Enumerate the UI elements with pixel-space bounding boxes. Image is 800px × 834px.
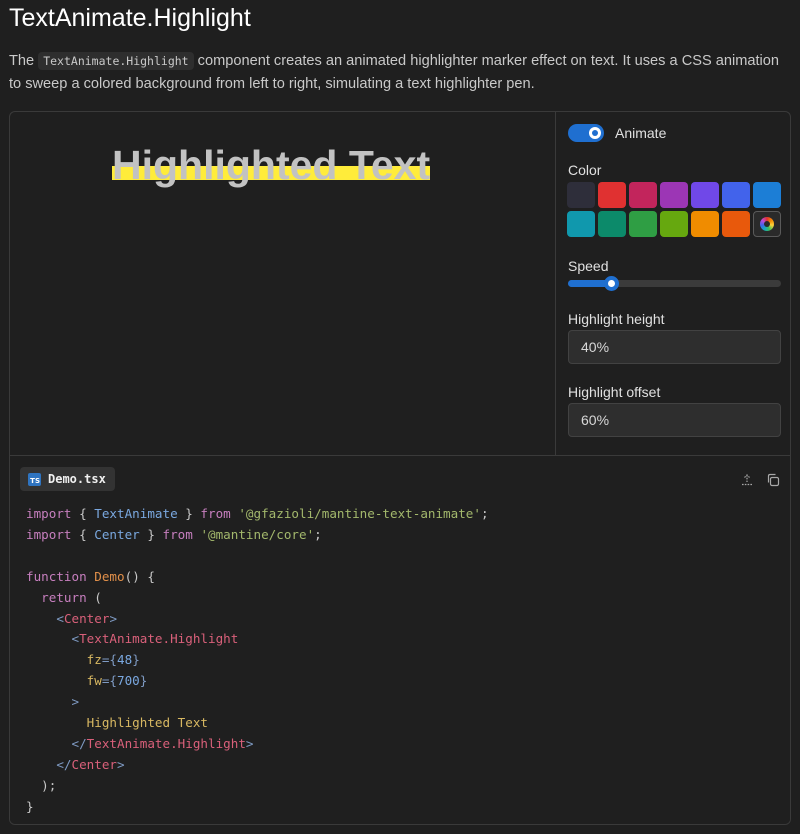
code-line: return ( <box>41 589 102 605</box>
slider-thumb[interactable] <box>603 276 619 291</box>
code-line: fz={48} <box>86 652 140 668</box>
animate-label: Animate <box>615 125 667 141</box>
copy-icon[interactable] <box>766 473 780 487</box>
color-swatch[interactable] <box>629 211 657 237</box>
code-line: fw={700} <box>86 673 148 689</box>
code-panel: TS Demo.tsx import { TextAnimate } from … <box>10 455 790 824</box>
inline-code: TextAnimate.Highlight <box>38 52 194 70</box>
color-swatch[interactable] <box>598 211 626 237</box>
highlight-preview: Highlighted Text <box>112 140 431 190</box>
color-swatch[interactable] <box>722 182 750 208</box>
color-swatch[interactable] <box>660 211 688 237</box>
color-picker-button[interactable] <box>753 211 781 237</box>
intro-text-before: The <box>9 53 39 69</box>
color-swatch[interactable] <box>567 211 595 237</box>
controls-panel: Animate Color Speed Highlight height 40%… <box>556 112 790 455</box>
color-swatches <box>567 182 783 237</box>
color-swatch[interactable] <box>753 182 781 208</box>
color-swatch[interactable] <box>598 182 626 208</box>
highlight-offset-input[interactable]: 60% <box>568 403 781 437</box>
preview-pane: Highlighted Text <box>10 112 556 455</box>
color-swatch[interactable] <box>691 211 719 237</box>
code-line: </Center> <box>56 756 125 772</box>
code-line: Highlighted Text <box>86 715 208 731</box>
share-icon[interactable] <box>740 473 754 487</box>
highlighted-text: Highlighted Text <box>112 142 431 188</box>
highlight-height-input[interactable]: 40% <box>568 330 781 364</box>
typescript-icon: TS <box>28 472 41 486</box>
code-line: } <box>26 798 34 814</box>
color-swatch[interactable] <box>567 182 595 208</box>
file-tab-demo[interactable]: TS Demo.tsx <box>20 467 115 491</box>
code-line: ); <box>26 777 57 793</box>
switch-knob <box>589 127 601 139</box>
color-swatch[interactable] <box>629 182 657 208</box>
speed-slider[interactable] <box>568 276 781 291</box>
code-line: function Demo() { <box>26 568 155 584</box>
file-name: Demo.tsx <box>48 472 106 486</box>
code-line: > <box>71 694 80 710</box>
page-title: TextAnimate.Highlight <box>9 4 251 32</box>
code-actions <box>740 473 780 487</box>
intro-paragraph: The TextAnimate.Highlight component crea… <box>9 50 794 96</box>
demo-container: Highlighted Text Animate Color Speed Hig… <box>9 111 791 825</box>
highlight-height-label: Highlight height <box>568 311 665 327</box>
code-line: <Center> <box>56 610 118 626</box>
color-label: Color <box>568 162 602 178</box>
color-wheel-icon <box>760 217 774 231</box>
color-swatch[interactable] <box>691 182 719 208</box>
code-line: import { Center } from '@mantine/core'; <box>26 526 322 542</box>
speed-label: Speed <box>568 258 609 274</box>
animate-switch[interactable] <box>568 124 604 142</box>
animate-toggle-row: Animate <box>568 124 666 142</box>
code-block: import { TextAnimate } from '@gfazioli/m… <box>26 504 489 818</box>
color-swatch[interactable] <box>660 182 688 208</box>
code-line: import { TextAnimate } from '@gfazioli/m… <box>26 506 489 521</box>
highlight-offset-label: Highlight offset <box>568 384 661 400</box>
code-line: <TextAnimate.Highlight <box>71 631 239 647</box>
code-line: </TextAnimate.Highlight> <box>71 735 254 751</box>
color-swatch[interactable] <box>722 211 750 237</box>
